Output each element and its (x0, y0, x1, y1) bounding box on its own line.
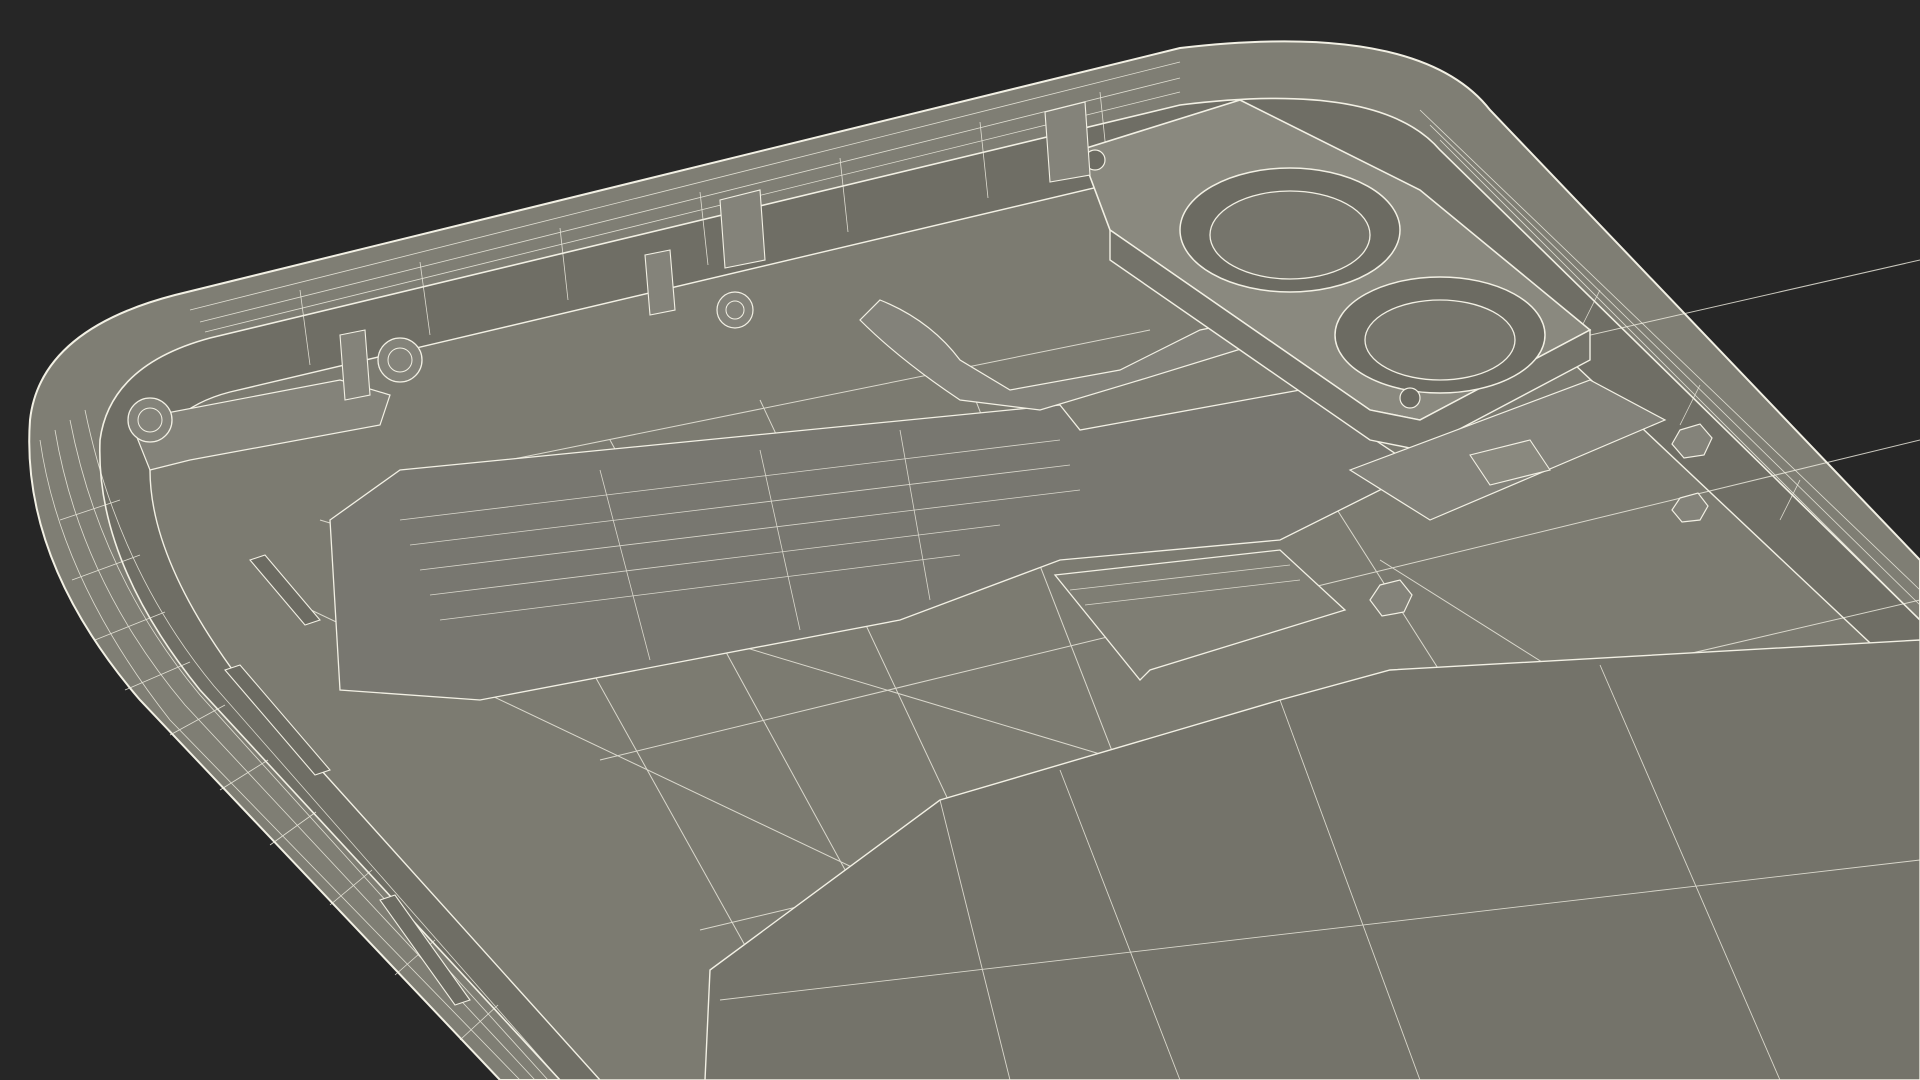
camera-lens-hole-upper (1209, 190, 1371, 280)
screw-left-2 (377, 337, 423, 383)
camera-screw-hole-right (1399, 387, 1421, 409)
camera-lens-hole-lower (1364, 299, 1516, 381)
screw-left-1 (127, 397, 173, 443)
screw-top-center (716, 291, 754, 329)
wireframe-render (0, 0, 1920, 1080)
